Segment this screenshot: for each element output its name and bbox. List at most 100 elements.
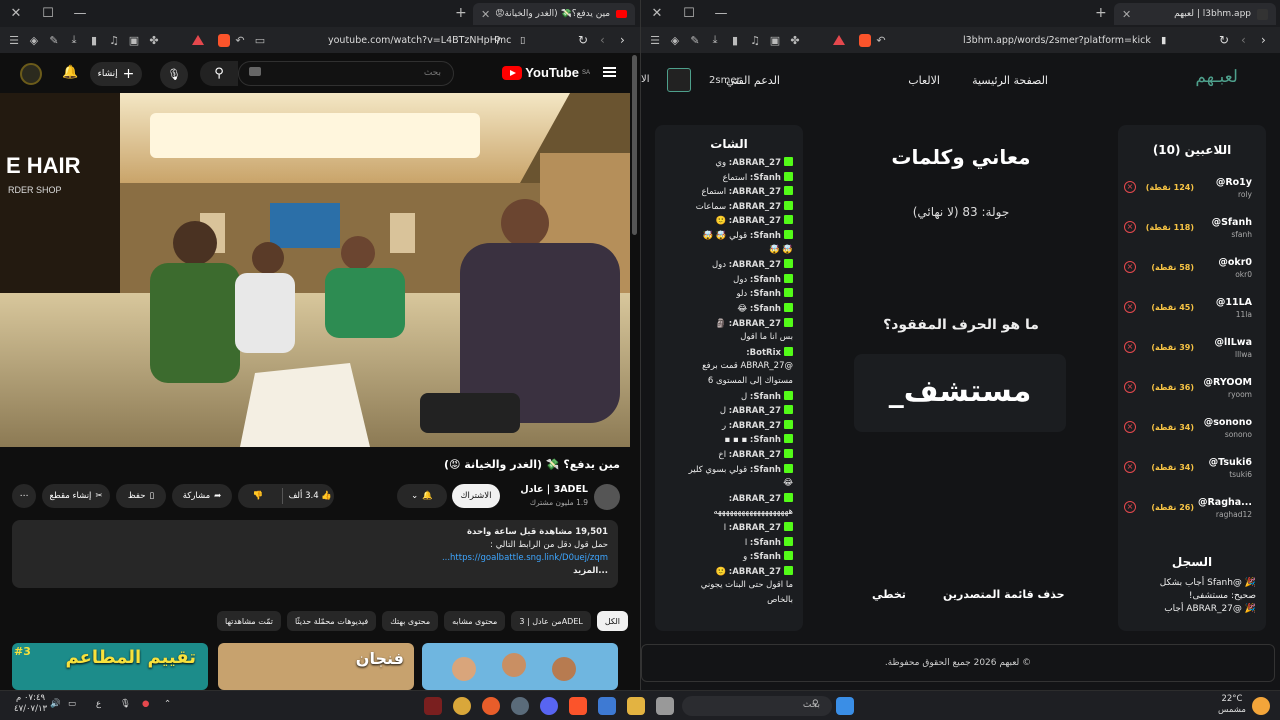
brave-shield-icon[interactable] — [218, 33, 230, 47]
remove-player-icon[interactable]: × — [1124, 181, 1136, 193]
maximize-window-icon[interactable]: ☐ — [673, 6, 705, 21]
search-button[interactable]: ⚲ — [200, 61, 238, 86]
description-link[interactable]: https://goalbattle.sng.link/D0uej/zqm... — [442, 553, 608, 563]
clear-leaderboard-button[interactable]: حذف قائمة المتصدرين — [943, 588, 1065, 601]
screenshot-icon[interactable]: ▣ — [124, 34, 144, 47]
subscribe-button[interactable]: الاشتراك — [452, 484, 500, 508]
music-icon[interactable]: ♫ — [745, 34, 765, 47]
menu-icon[interactable]: ☰ — [645, 34, 665, 47]
avatar[interactable] — [20, 63, 42, 85]
guide-menu-icon[interactable] — [603, 67, 616, 77]
tab-l3bhm[interactable]: l3bhm.app | لعبهم ✕ — [1114, 3, 1276, 25]
chip-interesting[interactable]: محتوى بهتك — [382, 611, 439, 631]
clock[interactable]: ٠٧:٤٩ م ٤٧/٠٧/١٣ — [14, 693, 47, 715]
screenshot-icon[interactable]: ▣ — [765, 34, 785, 47]
share-icon[interactable]: ↶ — [230, 34, 250, 47]
related-video-thumb[interactable] — [422, 643, 618, 690]
close-window-icon[interactable]: ✕ — [641, 6, 673, 21]
remove-player-icon[interactable]: × — [1124, 341, 1136, 353]
sidebar-icon[interactable]: ▮ — [84, 34, 104, 47]
display-icon[interactable]: ▭ — [68, 699, 76, 710]
minimize-window-icon[interactable]: — — [64, 6, 96, 21]
address-bar[interactable]: l3bhm.app/words/2smer?platform=kick — [963, 31, 1151, 49]
chevron-up-icon[interactable]: ⌃ — [164, 699, 171, 710]
related-video-thumb[interactable]: تقييم المطاعم #3 — [12, 643, 208, 690]
bookmark-icon[interactable]: ▯ — [520, 31, 525, 49]
skip-button[interactable]: تخطي — [872, 588, 906, 601]
keyboard-icon[interactable] — [249, 67, 261, 76]
bookmark-icon[interactable]: ▮ — [1161, 31, 1166, 49]
brave-shield-icon[interactable] — [859, 33, 871, 47]
file-explorer-icon[interactable] — [627, 697, 645, 715]
chrome-icon[interactable] — [453, 697, 471, 715]
taskbar-search[interactable]: بحث ⚲ — [682, 696, 832, 716]
sidebar-icon[interactable]: ▮ — [725, 34, 745, 47]
back-icon[interactable]: ‹ — [1241, 31, 1246, 49]
language-indicator[interactable]: ع — [96, 699, 101, 710]
download-icon[interactable]: ⤓ — [64, 33, 84, 47]
extension-icon[interactable]: ✎ — [685, 34, 705, 47]
puzzle-icon[interactable]: ✤ — [144, 34, 164, 47]
cast-icon[interactable]: ▭ — [250, 34, 270, 47]
nav-home[interactable]: الصفحة الرئيسية — [972, 74, 1048, 87]
remove-player-icon[interactable]: × — [1124, 221, 1136, 233]
task-view-icon[interactable] — [656, 697, 674, 715]
chip-related[interactable]: محتوى مشابه — [444, 611, 506, 631]
remove-player-icon[interactable]: × — [1124, 421, 1136, 433]
mic-icon[interactable]: 🎙 — [120, 699, 131, 710]
like-button[interactable]: 👍 3.4 ألف — [287, 491, 334, 501]
minimize-window-icon[interactable]: — — [705, 6, 737, 21]
remove-player-icon[interactable]: × — [1124, 301, 1136, 313]
record-icon[interactable]: ● — [142, 699, 149, 710]
translate-icon[interactable]: ⚲ — [494, 31, 501, 49]
video-player[interactable]: E HAIR RDER SHOP — [0, 93, 630, 447]
channel-name[interactable]: 3ADEL | عادل — [520, 484, 588, 495]
username[interactable]: 2smer — [709, 75, 741, 86]
remove-player-icon[interactable]: × — [1124, 501, 1136, 513]
address-bar[interactable]: youtube.com/watch?v=L4BTzNHpHmc — [328, 31, 511, 49]
chip-recently-uploaded[interactable]: فيديوهات محمّلة حديثًا — [286, 611, 377, 631]
menu-icon[interactable]: ☰ — [4, 34, 24, 47]
show-more-link[interactable]: ...المزيد — [22, 565, 608, 578]
brave-browser-icon[interactable] — [569, 697, 587, 715]
channel-avatar[interactable] — [594, 484, 620, 510]
shield-icon[interactable]: ◈ — [665, 34, 685, 47]
notifications-icon[interactable]: 🔔 — [62, 65, 78, 80]
share-button[interactable]: ➦ مشاركة — [172, 484, 232, 508]
chip-watched[interactable]: تمّت مشاهدتها — [217, 611, 281, 631]
clip-button[interactable]: ✂ إنشاء مقطع — [42, 484, 110, 508]
chip-all[interactable]: الكل — [596, 611, 628, 631]
remove-player-icon[interactable]: × — [1124, 261, 1136, 273]
youtube-logo[interactable]: YouTube SA — [502, 65, 590, 80]
remove-player-icon[interactable]: × — [1124, 381, 1136, 393]
volume-icon[interactable]: 🔊 — [50, 699, 61, 710]
more-actions-button[interactable]: ⋯ — [12, 484, 36, 508]
obs-icon[interactable] — [511, 697, 529, 715]
save-button[interactable]: ▯ حفظ — [116, 484, 166, 508]
close-tab-icon[interactable]: ✕ — [1122, 8, 1131, 21]
maximize-window-icon[interactable]: ☐ — [32, 6, 64, 21]
share-icon[interactable]: ↶ — [871, 34, 891, 47]
reload-icon[interactable]: ↻ — [578, 31, 588, 49]
reload-icon[interactable]: ↻ — [1219, 31, 1229, 49]
back-icon[interactable]: ‹ — [600, 31, 605, 49]
dislike-button[interactable]: 👎 — [238, 491, 278, 501]
forward-icon[interactable]: › — [620, 31, 625, 49]
extension-icon[interactable]: ✎ — [44, 34, 64, 47]
puzzle-icon[interactable]: ✤ — [785, 34, 805, 47]
nav-cut-item[interactable]: الا — [641, 74, 649, 85]
nav-games[interactable]: الالعاب — [908, 74, 940, 87]
tab-youtube-video[interactable]: مين يدفع؟💸 (الغدر والخيانة😡 ✕ — [473, 3, 635, 25]
create-button[interactable]: إنشاء + — [90, 62, 142, 86]
music-icon[interactable]: ♫ — [104, 34, 124, 47]
related-video-thumb[interactable]: فنجان — [218, 643, 414, 690]
user-avatar[interactable] — [667, 68, 691, 92]
rewards-icon[interactable] — [833, 35, 845, 45]
remove-player-icon[interactable]: × — [1124, 461, 1136, 473]
search-input[interactable]: بحث — [238, 61, 454, 86]
discord-icon[interactable] — [540, 697, 558, 715]
voice-search-button[interactable]: 🎙 — [160, 61, 188, 89]
close-tab-icon[interactable]: ✕ — [481, 8, 490, 21]
video-description[interactable]: 19,501 مشاهدة قبل ساعة واحدة حمل قول دقل… — [12, 520, 618, 588]
close-window-icon[interactable]: ✕ — [0, 6, 32, 21]
